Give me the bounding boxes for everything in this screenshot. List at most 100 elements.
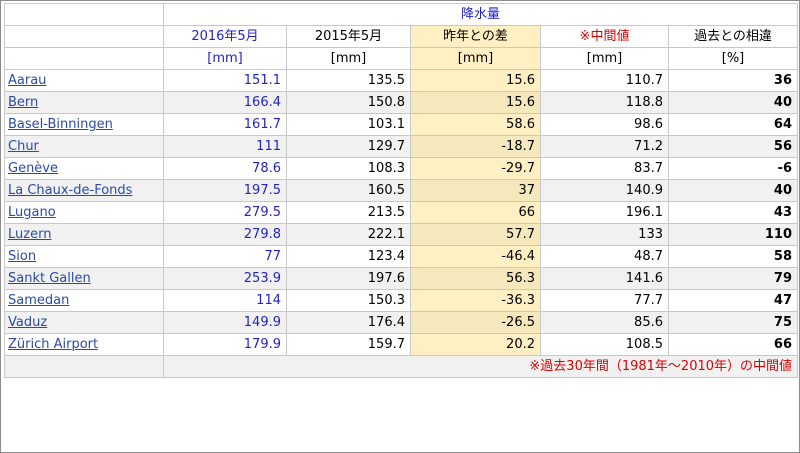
station-link[interactable]: Sankt Gallen xyxy=(8,271,91,286)
value-diff: 66 xyxy=(410,201,541,224)
unit-2015: [mm] xyxy=(286,47,411,70)
header-2016: 2016年5月 xyxy=(163,25,287,48)
station-link[interactable]: Vaduz xyxy=(8,315,47,330)
value-pct: 43 xyxy=(667,201,799,224)
value-pct: 47 xyxy=(667,289,799,312)
value-2016: 279.5 xyxy=(163,201,287,224)
station-link[interactable]: Bern xyxy=(8,95,38,110)
station-cell: Sankt Gallen xyxy=(4,267,164,290)
station-link[interactable]: Sion xyxy=(8,249,36,264)
precipitation-table-frame: 降水量 2016年5月 2015年5月 昨年との差 ※中間値 過去との相違 [m… xyxy=(0,0,800,453)
value-pct: 40 xyxy=(667,179,799,202)
table-row: Basel-Binningen 161.7 103.1 58.6 98.6 64 xyxy=(4,113,799,136)
value-median: 108.5 xyxy=(540,333,669,356)
value-diff: 58.6 xyxy=(410,113,541,136)
station-cell: La Chaux-de-Fonds xyxy=(4,179,164,202)
value-median: 141.6 xyxy=(540,267,669,290)
station-link[interactable]: Chur xyxy=(8,139,39,154)
group-title: 降水量 xyxy=(162,3,799,26)
value-2016: 78.6 xyxy=(163,157,287,180)
table-row: Lugano 279.5 213.5 66 196.1 43 xyxy=(4,201,799,224)
table-row: Bern 166.4 150.8 15.6 118.8 40 xyxy=(4,91,799,114)
table-row: Aarau 151.1 135.5 15.6 110.7 36 xyxy=(4,69,799,92)
value-2015: 108.3 xyxy=(286,157,411,180)
table-row: Luzern 279.8 222.1 57.7 133 110 xyxy=(4,223,799,246)
value-median: 71.2 xyxy=(540,135,669,158)
station-link[interactable]: Basel-Binningen xyxy=(8,117,113,132)
value-pct: 36 xyxy=(667,69,799,92)
station-cell: Sion xyxy=(4,245,164,268)
value-median: 83.7 xyxy=(540,157,669,180)
header-2015: 2015年5月 xyxy=(286,25,411,48)
station-cell: Genève xyxy=(4,157,164,180)
value-pct: -6 xyxy=(667,157,799,180)
value-diff: -29.7 xyxy=(410,157,541,180)
value-median: 110.7 xyxy=(540,69,669,92)
value-2015: 129.7 xyxy=(286,135,411,158)
station-cell: Basel-Binningen xyxy=(4,113,164,136)
table-row: Genève 78.6 108.3 -29.7 83.7 -6 xyxy=(4,157,799,180)
value-2016: 197.5 xyxy=(163,179,287,202)
unit-pct: [%] xyxy=(667,47,799,70)
header-pct: 過去との相違 xyxy=(667,25,799,48)
unit-header-row: [mm] [mm] [mm] [mm] [%] xyxy=(4,47,799,70)
footnote-spacer xyxy=(4,355,164,378)
table-row: Vaduz 149.9 176.4 -26.5 85.6 75 xyxy=(4,311,799,334)
unit-2016: [mm] xyxy=(163,47,287,70)
station-cell: Luzern xyxy=(4,223,164,246)
value-2016: 161.7 xyxy=(163,113,287,136)
value-2015: 213.5 xyxy=(286,201,411,224)
footnote: ※過去30年間（1981年～2010年）の中間値 xyxy=(162,355,799,378)
value-pct: 110 xyxy=(667,223,799,246)
value-median: 118.8 xyxy=(540,91,669,114)
station-link[interactable]: Aarau xyxy=(8,73,46,88)
value-2016: 77 xyxy=(163,245,287,268)
value-pct: 75 xyxy=(667,311,799,334)
value-pct: 64 xyxy=(667,113,799,136)
value-2016: 114 xyxy=(163,289,287,312)
value-pct: 56 xyxy=(667,135,799,158)
table-row: Samedan 114 150.3 -36.3 77.7 47 xyxy=(4,289,799,312)
value-2016: 253.9 xyxy=(163,267,287,290)
station-link[interactable]: Lugano xyxy=(8,205,56,220)
station-cell: Chur xyxy=(4,135,164,158)
station-link[interactable]: Samedan xyxy=(8,293,69,308)
header-median: ※中間値 xyxy=(540,25,669,48)
value-median: 133 xyxy=(540,223,669,246)
station-cell: Zürich Airport xyxy=(4,333,164,356)
header-diff: 昨年との差 xyxy=(410,25,541,48)
value-2016: 151.1 xyxy=(163,69,287,92)
station-cell: Samedan xyxy=(4,289,164,312)
value-median: 196.1 xyxy=(540,201,669,224)
station-cell: Lugano xyxy=(4,201,164,224)
value-2015: 197.6 xyxy=(286,267,411,290)
value-diff: 37 xyxy=(410,179,541,202)
table-row: Sion 77 123.4 -46.4 48.7 58 xyxy=(4,245,799,268)
value-diff: 15.6 xyxy=(410,69,541,92)
value-diff: -36.3 xyxy=(410,289,541,312)
value-2016: 149.9 xyxy=(163,311,287,334)
footnote-row: ※過去30年間（1981年～2010年）の中間値 xyxy=(4,355,799,378)
value-2016: 111 xyxy=(163,135,287,158)
station-link[interactable]: Zürich Airport xyxy=(8,337,98,352)
corner-cell xyxy=(4,25,164,48)
corner-cell xyxy=(4,3,164,26)
value-2015: 222.1 xyxy=(286,223,411,246)
value-2015: 160.5 xyxy=(286,179,411,202)
value-2015: 176.4 xyxy=(286,311,411,334)
value-2015: 135.5 xyxy=(286,69,411,92)
value-diff: 56.3 xyxy=(410,267,541,290)
table-row: Chur 111 129.7 -18.7 71.2 56 xyxy=(4,135,799,158)
value-diff: 20.2 xyxy=(410,333,541,356)
station-cell: Bern xyxy=(4,91,164,114)
station-link[interactable]: Genève xyxy=(8,161,58,176)
value-diff: 15.6 xyxy=(410,91,541,114)
station-link[interactable]: Luzern xyxy=(8,227,51,242)
value-2015: 150.8 xyxy=(286,91,411,114)
unit-diff: [mm] xyxy=(410,47,541,70)
corner-cell xyxy=(4,47,164,70)
table-row: Zürich Airport 179.9 159.7 20.2 108.5 66 xyxy=(4,333,799,356)
value-pct: 40 xyxy=(667,91,799,114)
value-median: 85.6 xyxy=(540,311,669,334)
station-link[interactable]: La Chaux-de-Fonds xyxy=(8,183,132,198)
